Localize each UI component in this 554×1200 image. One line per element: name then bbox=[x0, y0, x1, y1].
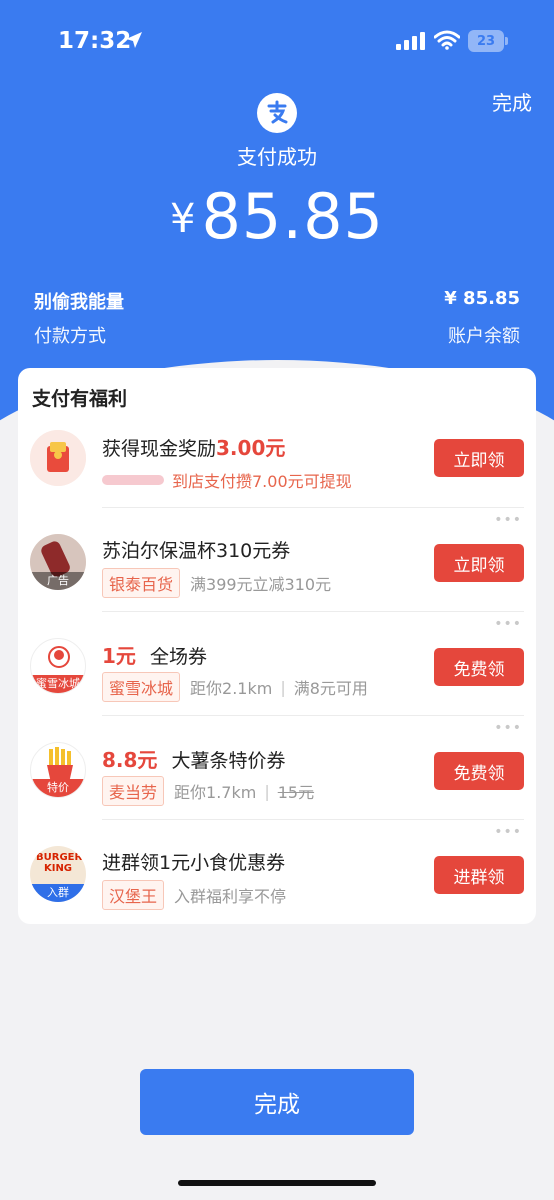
coupon-value: 1元 bbox=[102, 644, 136, 668]
list-item-mcdonalds: ••• 特价 8.8元 大薯条特价券 麦当劳 距你1.7km | 15元 免费领 bbox=[18, 716, 536, 820]
status-time: 17:32 bbox=[58, 28, 132, 54]
more-options-icon[interactable]: ••• bbox=[494, 720, 522, 736]
more-options-icon[interactable]: ••• bbox=[494, 512, 522, 528]
merchant-tag: 银泰百货 bbox=[102, 568, 181, 598]
burger-king-logo-icon: BURGER KING 入群 bbox=[30, 846, 86, 902]
status-bar: 17:32 23 bbox=[0, 0, 554, 80]
merchant-tag: 蜜雪冰城 bbox=[102, 672, 181, 702]
claim-button-supor[interactable]: 立即领 bbox=[434, 544, 524, 582]
list-item-burger-king: ••• BURGER KING 入群 进群领1元小食优惠券 汉堡王 入群福利享不… bbox=[18, 820, 536, 924]
item-title: 获得现金奖励3.00元 bbox=[102, 432, 285, 461]
payment-method-value: 账户余额 bbox=[448, 326, 520, 347]
mixue-logo-text: 蜜雪冰城 bbox=[31, 675, 85, 693]
location-arrow-icon bbox=[126, 32, 142, 48]
join-group-label: 入群 bbox=[30, 884, 86, 902]
join-group-button[interactable]: 进群领 bbox=[434, 856, 524, 894]
product-thumbnail: 广告 bbox=[30, 534, 86, 590]
special-price-label: 特价 bbox=[31, 779, 85, 797]
payee-name: 别偷我能量 bbox=[34, 292, 124, 313]
item-subtitle: 汉堡王 入群福利享不停 bbox=[102, 880, 286, 910]
item-title-text: 大薯条特价券 bbox=[171, 750, 286, 772]
merchant-tag: 麦当劳 bbox=[102, 776, 165, 806]
battery-icon: 23 bbox=[468, 30, 508, 52]
bk-logo-text-2: KING bbox=[43, 863, 73, 874]
benefits-card: 支付有福利 获得现金奖励3.00元 到店支付攒7.00元可提现 立即领 ••• bbox=[18, 368, 536, 924]
cellular-signal-icon bbox=[396, 32, 425, 50]
top-done-button[interactable]: 完成 bbox=[492, 87, 532, 116]
distance-text: 距你1.7km bbox=[174, 783, 257, 802]
item-title-text: 获得现金奖励 bbox=[102, 438, 217, 460]
group-benefit-text: 入群福利享不停 bbox=[174, 887, 287, 906]
payment-method-row: 付款方式 账户余额 bbox=[34, 322, 520, 348]
ad-label: 广告 bbox=[30, 572, 86, 590]
item-title: 1元 全场券 bbox=[102, 640, 207, 669]
distance-text: 距你2.1km bbox=[190, 679, 273, 698]
coupon-condition: 满399元立减310元 bbox=[190, 575, 332, 594]
more-options-icon[interactable]: ••• bbox=[494, 824, 522, 840]
claim-button-mixue[interactable]: 免费领 bbox=[434, 648, 524, 686]
payee-row: 别偷我能量 ¥ 85.85 bbox=[34, 288, 520, 314]
currency-symbol: ¥ bbox=[170, 196, 196, 242]
list-item-cash-reward: 获得现金奖励3.00元 到店支付攒7.00元可提现 立即领 bbox=[18, 404, 536, 508]
item-subtitle: 麦当劳 距你1.7km | 15元 bbox=[102, 776, 314, 806]
merchant-tag: 汉堡王 bbox=[102, 880, 165, 910]
wifi-icon bbox=[434, 30, 460, 50]
reward-progress-bar bbox=[102, 475, 164, 485]
bk-logo-text-1: BURGER bbox=[36, 852, 83, 863]
fries-icon: 特价 bbox=[30, 742, 86, 798]
original-price: 15元 bbox=[277, 783, 315, 802]
amount-value: 85.85 bbox=[201, 180, 384, 253]
item-title: 苏泊尔保温杯310元券 bbox=[102, 540, 291, 562]
alipay-logo-icon bbox=[257, 93, 297, 133]
paid-amount: ¥ 85.85 bbox=[444, 288, 520, 309]
claim-button-cash[interactable]: 立即领 bbox=[434, 439, 524, 477]
red-envelope-icon bbox=[30, 430, 86, 486]
more-options-icon[interactable]: ••• bbox=[494, 616, 522, 632]
item-title: 进群领1元小食优惠券 bbox=[102, 852, 286, 874]
home-indicator bbox=[178, 1180, 376, 1186]
mixue-logo-icon: 蜜雪冰城 bbox=[30, 638, 86, 694]
reward-amount: 3.00元 bbox=[216, 436, 286, 460]
list-item-supor-cup: ••• 广告 苏泊尔保温杯310元券 银泰百货 满399元立减310元 立即领 bbox=[18, 508, 536, 612]
payment-success-text: 支付成功 bbox=[237, 145, 317, 169]
coupon-value: 8.8元 bbox=[102, 748, 158, 772]
item-subtitle: 到店支付攒7.00元可提现 bbox=[102, 468, 352, 492]
coupon-condition: 满8元可用 bbox=[293, 679, 368, 698]
progress-text: 到店支付攒7.00元可提现 bbox=[172, 472, 352, 491]
list-item-mixue: ••• 蜜雪冰城 1元 全场券 蜜雪冰城 距你2.1km | 满8元可用 免费领 bbox=[18, 612, 536, 716]
claim-button-mcdonalds[interactable]: 免费领 bbox=[434, 752, 524, 790]
item-title: 8.8元 大薯条特价券 bbox=[102, 744, 286, 773]
done-button[interactable]: 完成 bbox=[140, 1069, 414, 1135]
payment-method-label: 付款方式 bbox=[34, 326, 106, 347]
battery-level: 23 bbox=[468, 30, 504, 52]
item-subtitle: 银泰百货 满399元立减310元 bbox=[102, 568, 331, 598]
item-subtitle: 蜜雪冰城 距你2.1km | 满8元可用 bbox=[102, 672, 368, 702]
item-title-text: 全场券 bbox=[149, 646, 207, 668]
payment-amount: ¥85.85 bbox=[0, 180, 554, 253]
